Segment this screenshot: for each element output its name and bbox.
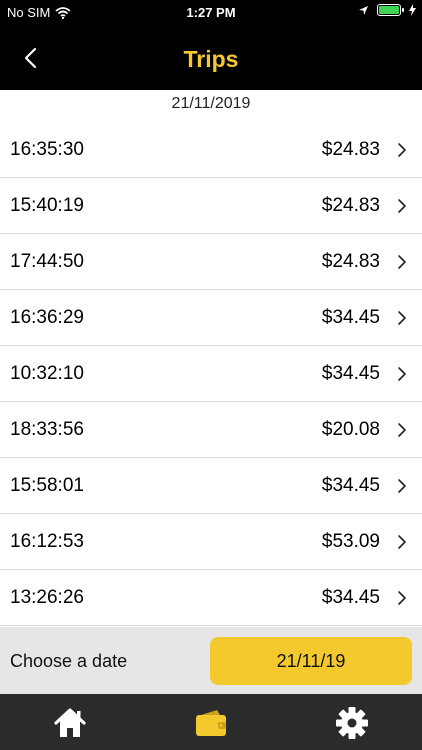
trip-time: 15:40:19 (10, 195, 84, 216)
trip-amount: $34.45 (321, 363, 380, 384)
trip-row[interactable]: 16:36:29 $34.45 (0, 290, 422, 346)
chevron-right-icon (398, 591, 406, 605)
trip-amount: $20.08 (321, 419, 380, 440)
chevron-right-icon (398, 199, 406, 213)
trip-amount: $34.45 (321, 307, 380, 328)
trip-row[interactable]: 15:58:01 $34.45 (0, 458, 422, 514)
date-picker-button[interactable]: 21/11/19 (210, 637, 412, 685)
chevron-right-icon (398, 311, 406, 325)
trip-time: 15:58:01 (10, 475, 84, 496)
status-right (358, 4, 416, 16)
trip-row[interactable]: 17:44:50 $24.83 (0, 234, 422, 290)
battery-icon (377, 4, 404, 16)
trip-time: 10:32:10 (10, 363, 84, 384)
trip-amount: $24.83 (321, 251, 380, 272)
chevron-right-icon (398, 255, 406, 269)
location-arrow-icon (359, 5, 368, 15)
trip-row[interactable]: 16:35:30 $24.83 (0, 122, 422, 178)
trip-time: 16:36:29 (10, 307, 84, 328)
trip-row[interactable]: 10:32:10 $34.45 (0, 346, 422, 402)
trip-time: 16:12:53 (10, 531, 84, 552)
chevron-right-icon (398, 423, 406, 437)
trip-row[interactable]: 15:40:19 $24.83 (0, 178, 422, 234)
trip-amount: $24.83 (321, 139, 380, 160)
settings-icon[interactable] (334, 706, 370, 740)
trip-amount: $34.45 (321, 587, 380, 608)
date-picker-bar: Choose a date 21/11/19 (0, 627, 422, 694)
status-bar: No SIM 1:27 PM (0, 0, 422, 26)
chevron-right-icon (398, 479, 406, 493)
trip-row[interactable]: 16:12:53 $53.09 (0, 514, 422, 570)
choose-date-label: Choose a date (10, 651, 128, 671)
trip-amount: $53.09 (321, 531, 380, 552)
trip-time: 17:44:50 (10, 251, 84, 272)
page-title: Trips (183, 46, 239, 72)
tab-bar (0, 694, 422, 750)
trip-time: 18:33:56 (10, 419, 84, 440)
trip-amount: $34.45 (321, 475, 380, 496)
chevron-right-icon (398, 535, 406, 549)
wallet-icon[interactable] (193, 706, 229, 740)
navigation-bar: Trips (0, 26, 422, 90)
chevron-right-icon (398, 367, 406, 381)
trip-list: 16:35:30 $24.83 15:40:19 $24.83 17:44:50 $24.… (0, 122, 422, 626)
list-date-header: 21/11/2019 (171, 95, 251, 112)
trip-row[interactable]: 13:26:26 $34.45 (0, 570, 422, 626)
charging-bolt-icon (409, 4, 416, 16)
trip-row[interactable]: 18:33:56 $20.08 (0, 402, 422, 458)
trip-amount: $24.83 (321, 195, 380, 216)
trip-time: 13:26:26 (10, 587, 84, 608)
chevron-right-icon (398, 143, 406, 157)
trip-time: 16:35:30 (10, 139, 84, 160)
home-icon[interactable] (52, 706, 88, 740)
